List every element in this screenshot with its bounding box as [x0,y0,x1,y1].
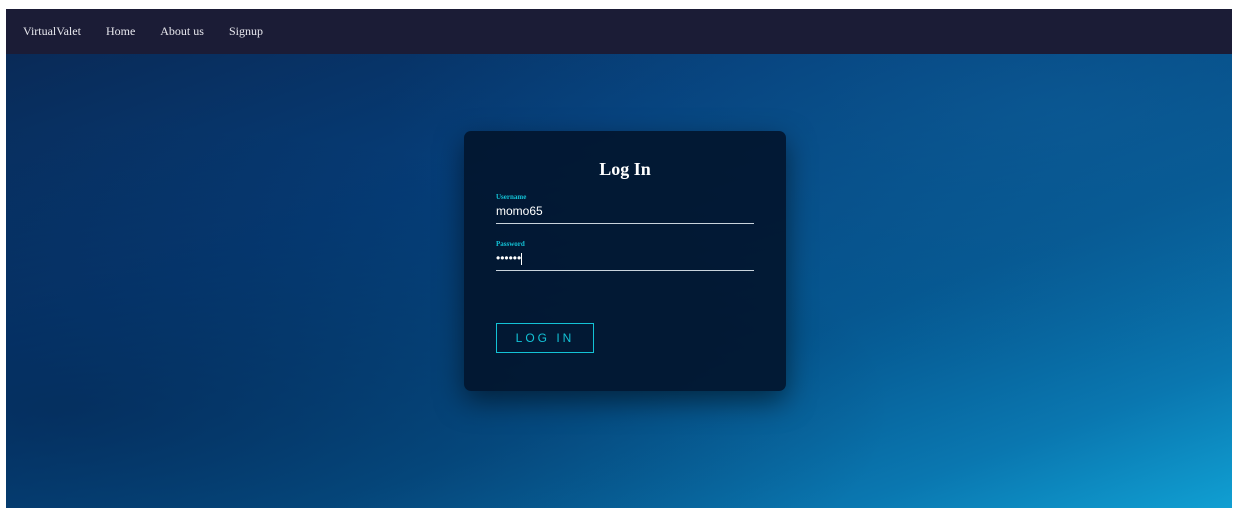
username-field: Username [496,193,754,224]
nav-home-link[interactable]: Home [106,24,135,39]
login-card: Log In Username Password LOG IN [464,131,786,391]
login-title: Log In [599,159,651,179]
text-caret [521,253,522,265]
login-button[interactable]: LOG IN [496,323,594,353]
username-label: Username [496,193,527,201]
password-input-wrap [496,249,754,271]
app-window: VirtualValet Home About us Signup Log In… [6,9,1232,508]
navbar: VirtualValet Home About us Signup [6,9,1232,54]
username-input[interactable] [496,202,754,224]
password-input[interactable] [496,249,754,271]
password-field: Password [496,240,754,271]
nav-about-link[interactable]: About us [160,24,204,39]
nav-signup-link[interactable]: Signup [229,24,263,39]
brand-link[interactable]: VirtualValet [23,24,81,39]
password-label: Password [496,240,525,248]
